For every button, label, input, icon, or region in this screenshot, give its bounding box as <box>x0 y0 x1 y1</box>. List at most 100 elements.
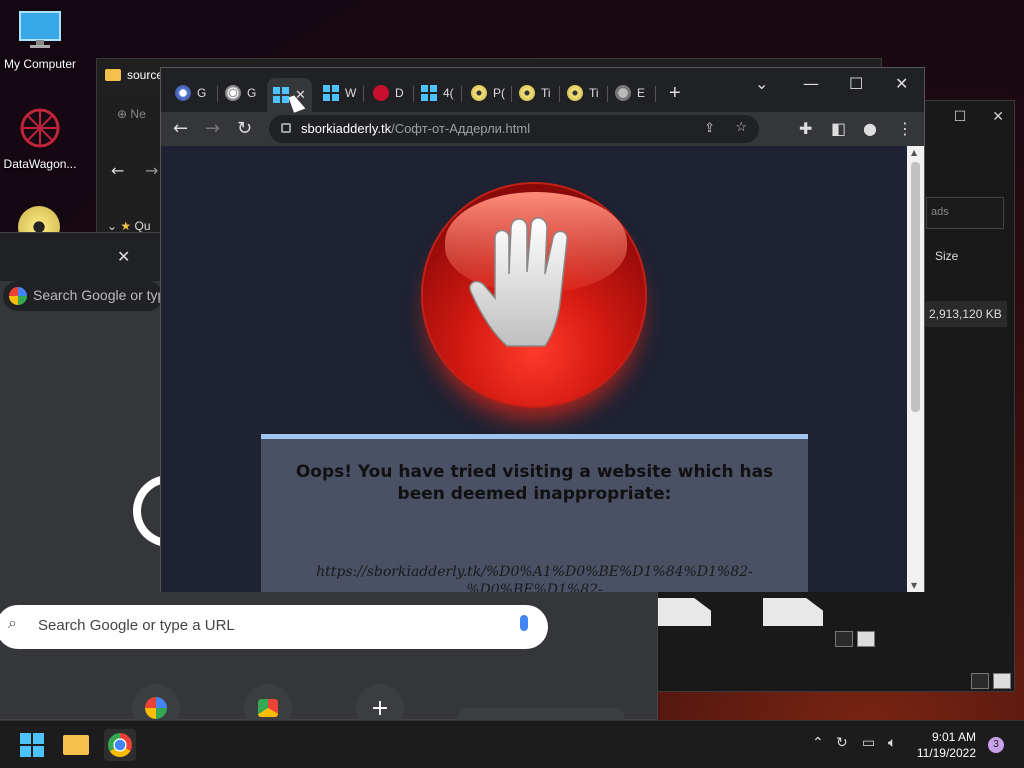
file-icon[interactable] <box>763 598 823 626</box>
tab-10[interactable]: E <box>615 82 645 104</box>
windows-icon <box>323 85 339 101</box>
chevron-down-icon: ⌄ <box>107 219 118 233</box>
tab-separator <box>413 86 414 102</box>
microphone-icon[interactable] <box>520 615 528 631</box>
warning-heading: Oops! You have tried visiting a website … <box>295 462 774 504</box>
scroll-down-icon[interactable]: ▼ <box>911 581 917 590</box>
close-tab-icon[interactable]: ✕ <box>117 247 130 266</box>
search-input[interactable]: ads <box>926 197 1004 229</box>
warning-panel: Oops! You have tried visiting a website … <box>261 434 808 592</box>
monitor-icon <box>19 11 61 48</box>
disc-icon <box>567 85 583 101</box>
explorer-title: source <box>127 68 164 82</box>
minimize-icon[interactable]: — <box>803 74 819 93</box>
maximize-icon[interactable]: ☐ <box>849 74 863 93</box>
details-view-icon[interactable] <box>971 673 989 689</box>
tab-label: G <box>247 86 257 100</box>
quick-access-label: Qu <box>134 219 151 233</box>
plus-circle-icon: ⊕ <box>117 107 128 121</box>
reload-icon[interactable]: ↻ <box>237 118 252 139</box>
popup-browser-window[interactable]: G G ✕ W D 4( P(Ti Ti E + ⌄ — ☐ ✕ ← → ↻ … <box>160 67 925 592</box>
window-controls: ☐ ✕ <box>954 109 1004 125</box>
tab-separator <box>511 86 512 102</box>
tab-separator <box>461 86 462 102</box>
tab-separator <box>217 86 218 102</box>
file-explorer-taskbar-button[interactable] <box>60 729 92 761</box>
windows-start-icon <box>20 733 44 757</box>
folder-icon <box>63 735 89 755</box>
volume-icon[interactable]: 🔈︎ <box>888 735 896 751</box>
hand-icon <box>469 217 568 347</box>
mcafee-icon <box>373 85 389 101</box>
tab-label: Ti <box>589 86 599 100</box>
address-bar[interactable]: sborkiadderly.tk/Софт-от-Аддерли.html ⇪ … <box>269 115 759 143</box>
tab-7[interactable]: P( <box>471 82 505 104</box>
page-content: Oops! You have tried visiting a website … <box>161 146 907 592</box>
tab-8[interactable]: Ti <box>519 82 551 104</box>
tiles-view-icon[interactable] <box>993 673 1011 689</box>
desktop-icon-my-computer[interactable]: My Computer <box>0 10 80 71</box>
folder-icon <box>105 69 121 81</box>
disc-icon <box>519 85 535 101</box>
lock-icon <box>281 123 291 133</box>
profile-icon[interactable]: ● <box>863 119 877 138</box>
blocked-url[interactable]: https://sborkiadderly.tk/%D0%A1%D0%BE%D1… <box>261 563 808 592</box>
star-icon: ★ <box>120 219 132 233</box>
clock[interactable]: 9:01 AM 11/19/2022 <box>917 729 976 761</box>
share-icon[interactable]: ⇪ <box>704 120 715 136</box>
new-label: Ne <box>130 107 146 121</box>
desktop-icon-datawagon[interactable]: DataWagon... <box>0 106 80 171</box>
network-icon[interactable]: ▭ <box>862 735 875 751</box>
maximize-icon[interactable]: ☐ <box>954 109 967 125</box>
chrome-taskbar-button[interactable] <box>104 729 136 761</box>
vertical-scrollbar[interactable]: ▲ ▼ <box>907 146 924 592</box>
scrollbar-thumb[interactable] <box>911 162 920 412</box>
size-column-header[interactable]: Size <box>935 249 958 263</box>
globe-icon <box>615 85 631 101</box>
tiles-view-icon[interactable] <box>857 631 875 647</box>
details-view-icon[interactable] <box>835 631 853 647</box>
address-host: sborkiadderly.tk <box>301 121 392 136</box>
kebab-menu-icon[interactable]: ⋮ <box>897 119 913 138</box>
extensions-puzzle-icon[interactable]: ✚ <box>799 119 812 138</box>
tab-label: E <box>637 86 646 100</box>
search-icon: ⌕ <box>8 615 17 632</box>
close-window-icon[interactable]: ✕ <box>895 74 908 93</box>
tab-separator <box>607 86 608 102</box>
tab-9[interactable]: Ti <box>567 82 599 104</box>
tab-label: G <box>197 86 207 100</box>
new-button[interactable]: ⊕ Ne <box>117 107 146 121</box>
tab-label: 4( <box>443 86 454 100</box>
search-placeholder: Search Google or type a URL <box>38 617 235 634</box>
sync-icon[interactable]: ↻ <box>836 735 848 751</box>
forward-arrow-icon[interactable]: → <box>205 118 220 139</box>
start-button[interactable] <box>16 729 48 761</box>
tab-separator <box>655 86 656 102</box>
back-arrow-icon[interactable]: ← <box>111 161 124 180</box>
tab-5[interactable]: D <box>373 82 404 104</box>
side-panel-icon[interactable]: ◧ <box>831 119 846 138</box>
chevron-up-icon[interactable]: ⌃ <box>812 735 824 751</box>
file-size-value: 2,913,120 KB <box>925 301 1007 327</box>
close-icon[interactable]: ✕ <box>992 109 1004 125</box>
scroll-up-icon[interactable]: ▲ <box>911 148 917 157</box>
target-icon <box>225 85 241 101</box>
chevron-down-icon[interactable]: ⌄ <box>755 74 768 93</box>
quick-access-item[interactable]: ⌄ ★ Qu <box>107 219 151 233</box>
file-icon[interactable] <box>651 598 711 626</box>
forward-arrow-icon[interactable]: → <box>145 161 158 180</box>
omnibox[interactable]: Search Google or typ <box>3 281 163 311</box>
tab-6[interactable]: 4( <box>421 82 454 104</box>
tab-separator <box>559 86 560 102</box>
tab-strip: G G ✕ W D 4( P(Ti Ti E + ⌄ — ☐ ✕ <box>161 68 924 112</box>
notification-badge[interactable]: 3 <box>988 737 1004 753</box>
back-arrow-icon[interactable]: ← <box>173 118 188 139</box>
tab-2[interactable]: G <box>225 82 256 104</box>
disc-icon <box>471 85 487 101</box>
tab-4[interactable]: W <box>323 82 356 104</box>
bookmark-star-icon[interactable]: ☆ <box>735 119 747 135</box>
stop-hand-icon <box>421 182 647 408</box>
tab-1[interactable]: G <box>175 82 206 104</box>
google-search-box[interactable]: ⌕ Search Google or type a URL <box>0 605 548 649</box>
new-tab-button[interactable]: + <box>669 82 681 104</box>
